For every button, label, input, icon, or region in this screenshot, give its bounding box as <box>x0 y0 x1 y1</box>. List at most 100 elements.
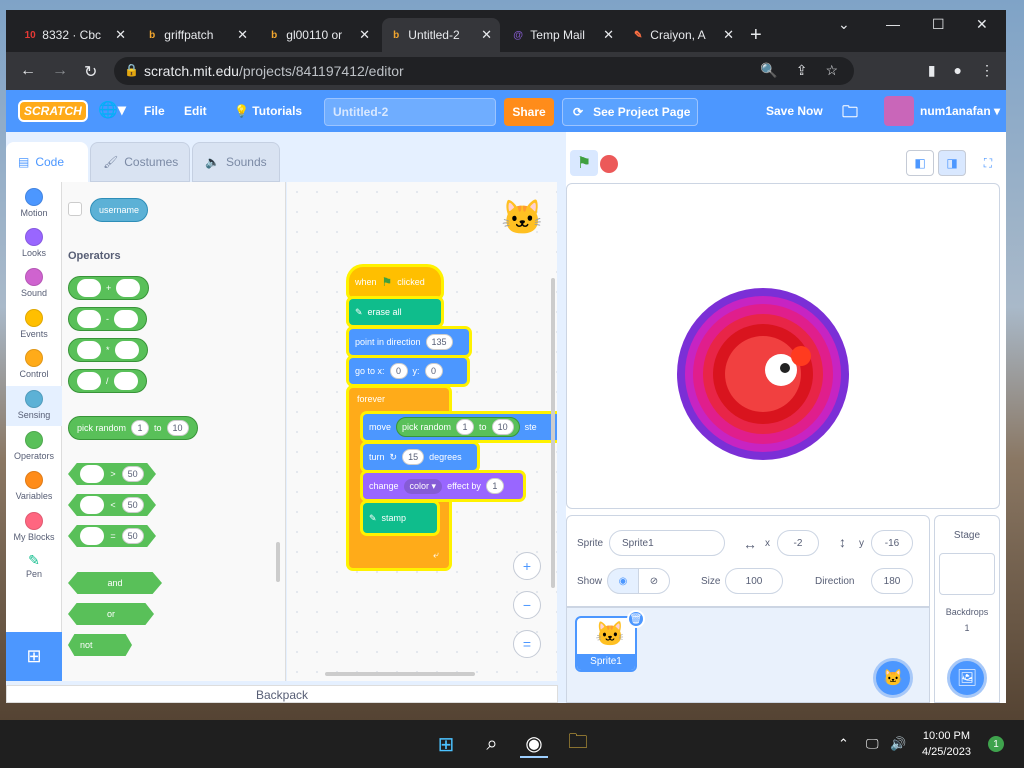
and-block[interactable]: and <box>68 572 162 594</box>
notification-badge[interactable]: 1 <box>988 736 1004 752</box>
effect-dropdown[interactable]: color ▾ <box>403 478 443 494</box>
slot[interactable] <box>77 310 101 328</box>
script-horizontal-scrollbar[interactable] <box>325 672 475 676</box>
reload-icon[interactable]: ↻ <box>84 62 97 82</box>
chrome-icon[interactable]: ◉ <box>520 730 548 758</box>
script-vertical-scrollbar[interactable] <box>551 278 555 588</box>
divide-block[interactable]: / <box>68 369 147 393</box>
pick-random-block[interactable]: pick random 1 to 10 <box>68 416 198 440</box>
username-block[interactable]: username <box>90 198 149 222</box>
close-window-button[interactable]: ✕ <box>976 16 988 33</box>
slot[interactable]: 1 <box>456 419 475 435</box>
bookmark-star-icon[interactable]: ☆ <box>825 62 838 79</box>
network-icon[interactable]: 🖵 <box>866 736 879 752</box>
maximize-button[interactable]: ☐ <box>932 16 945 33</box>
small-stage-button[interactable]: ◧ <box>906 150 934 176</box>
turn-degrees-block[interactable]: turn ↻ 15 degrees <box>363 444 477 470</box>
browser-tab[interactable]: 10 8332 · Cbc ✕ <box>16 18 134 52</box>
x-slot[interactable]: 0 <box>389 363 408 379</box>
new-tab-button[interactable]: + <box>750 24 762 47</box>
erase-all-block[interactable]: ✎ erase all <box>349 299 441 325</box>
multiply-block[interactable]: * <box>68 338 148 362</box>
category-looks[interactable]: Looks <box>6 228 62 258</box>
close-tab-icon[interactable]: ✕ <box>359 27 370 43</box>
slot[interactable]: 50 <box>121 466 144 482</box>
category-my-blocks[interactable]: My Blocks <box>6 512 62 542</box>
my-stuff-folder-icon[interactable]: 🗀 <box>842 101 858 128</box>
green-flag-button[interactable]: ⚑ <box>570 150 598 176</box>
zoom-icon[interactable]: 🔍 <box>760 62 777 79</box>
backpack-bar[interactable]: Backpack <box>6 685 558 703</box>
close-tab-icon[interactable]: ✕ <box>481 27 492 43</box>
add-extension-button[interactable]: ⊞ <box>6 632 62 681</box>
when-flag-clicked-block[interactable]: when ⚑ clicked <box>349 267 441 297</box>
palette-scrollbar[interactable] <box>276 542 280 582</box>
slot[interactable]: 50 <box>121 497 144 513</box>
go-to-xy-block[interactable]: go to x: 0 y: 0 <box>349 358 467 384</box>
side-panel-icon[interactable]: ▮ <box>928 62 936 79</box>
or-block[interactable]: or <box>68 603 154 625</box>
profile-icon[interactable]: ● <box>954 62 962 79</box>
backdrop-thumbnail[interactable] <box>939 553 995 595</box>
stop-button[interactable] <box>600 155 618 173</box>
scratch-logo[interactable]: SCRATCH <box>18 100 88 122</box>
browser-tab[interactable]: b griffpatch ✕ <box>138 18 256 52</box>
change-effect-block[interactable]: change color ▾ effect by 1 <box>363 473 523 499</box>
choose-backdrop-button[interactable]: 🖼 <box>947 658 987 698</box>
search-icon[interactable]: ⌕ <box>478 730 506 758</box>
slot[interactable]: 10 <box>491 419 514 435</box>
close-tab-icon[interactable]: ✕ <box>603 27 614 43</box>
stage-selector[interactable]: Stage Backdrops 1 🖼 <box>934 515 1000 703</box>
slot[interactable] <box>77 372 101 390</box>
menu-kebab-icon[interactable]: ⋮ <box>980 62 994 79</box>
clock[interactable]: 10:00 PM 4/25/2023 <box>922 728 971 760</box>
category-sensing[interactable]: Sensing <box>6 386 62 426</box>
effect-slot[interactable]: 1 <box>485 478 504 494</box>
close-tab-icon[interactable]: ✕ <box>237 27 248 43</box>
stamp-block[interactable]: ✎ stamp <box>363 503 437 533</box>
category-variables[interactable]: Variables <box>6 471 62 501</box>
pick-random-block[interactable]: pick random 1 to 10 <box>396 417 520 437</box>
file-menu[interactable]: File <box>144 104 165 118</box>
tab-code[interactable]: ▤ Code <box>6 142 88 182</box>
slot[interactable] <box>80 527 105 545</box>
slot[interactable] <box>116 279 141 297</box>
volume-icon[interactable]: 🔊 <box>890 736 906 752</box>
slot[interactable]: 1 <box>131 420 150 436</box>
category-control[interactable]: Control <box>6 349 62 379</box>
subtract-block[interactable]: - <box>68 307 147 331</box>
close-tab-icon[interactable]: ✕ <box>115 27 126 43</box>
add-block[interactable]: + <box>68 276 150 300</box>
slot[interactable] <box>114 310 138 328</box>
browser-tab-active[interactable]: b Untitled-2 ✕ <box>382 18 500 52</box>
share-page-icon[interactable]: ⇪ <box>796 62 808 79</box>
back-icon[interactable]: ← <box>20 62 36 80</box>
slot[interactable] <box>77 341 101 359</box>
normal-stage-button[interactable]: ◨ <box>938 150 966 176</box>
size-input[interactable]: 100 <box>725 568 783 594</box>
category-events[interactable]: Events <box>6 309 62 339</box>
zoom-in-button[interactable]: + <box>513 552 541 580</box>
y-slot[interactable]: 0 <box>424 363 443 379</box>
start-icon[interactable]: ⊞ <box>432 730 460 758</box>
see-project-page-button[interactable]: ⟳ See Project Page <box>562 98 698 126</box>
slot[interactable] <box>114 341 139 359</box>
move-steps-block[interactable]: move pick random 1 to 10 ste <box>363 414 557 440</box>
share-button[interactable]: Share <box>504 98 554 126</box>
equals-block[interactable]: = 50 <box>68 525 156 547</box>
forward-icon[interactable]: → <box>52 62 68 80</box>
username-checkbox[interactable] <box>68 202 82 216</box>
greater-than-block[interactable]: >50 <box>68 463 156 485</box>
not-block[interactable]: not <box>68 634 132 656</box>
y-input[interactable]: -16 <box>871 530 913 556</box>
project-title-input[interactable]: Untitled-2 <box>324 98 496 126</box>
browser-tab[interactable]: @ Temp Mail ✕ <box>504 18 622 52</box>
zoom-out-button[interactable]: − <box>513 591 541 619</box>
show-visible-button[interactable]: ◉ <box>607 568 639 594</box>
avatar[interactable] <box>884 96 914 126</box>
point-in-direction-block[interactable]: point in direction 135 <box>349 329 469 355</box>
tab-costumes[interactable]: 🖌 Costumes <box>90 142 190 182</box>
edit-menu[interactable]: Edit <box>184 104 207 118</box>
less-than-block[interactable]: <50 <box>68 494 156 516</box>
choose-sprite-button[interactable]: 🐱 <box>873 658 913 698</box>
